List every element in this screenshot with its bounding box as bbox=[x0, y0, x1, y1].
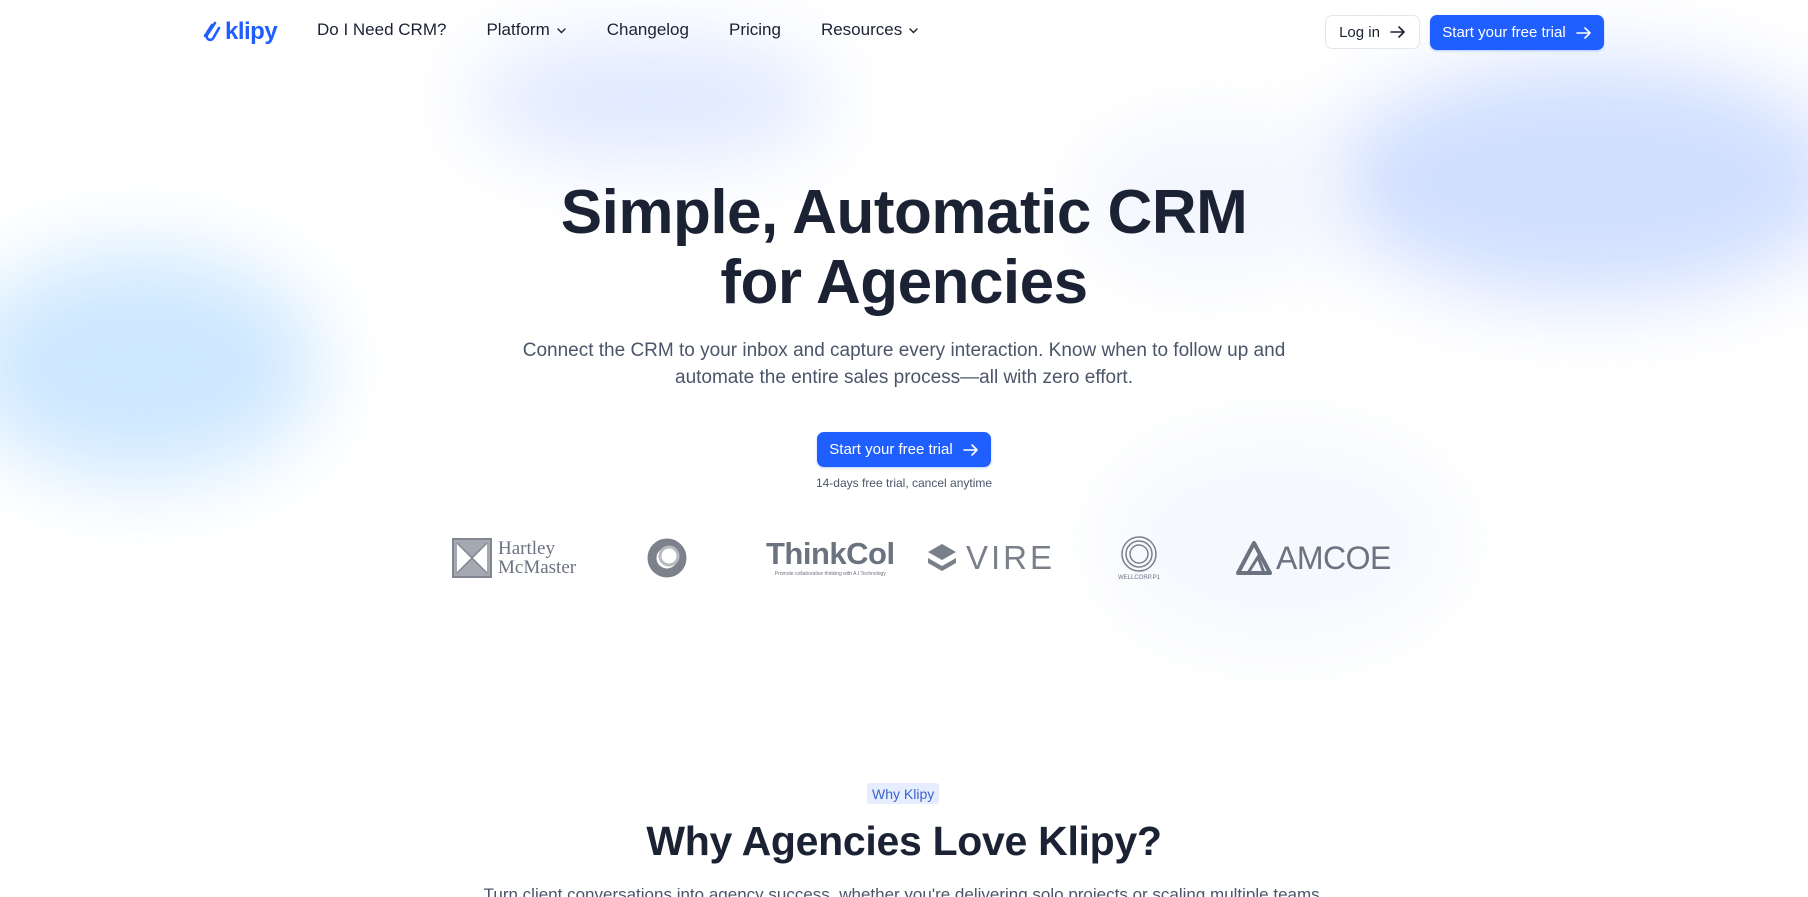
section-title: Why Agencies Love Klipy? bbox=[646, 818, 1162, 864]
hero-cta-label: Start your free trial bbox=[829, 441, 953, 458]
brand-name: klipy bbox=[225, 18, 278, 45]
logo-text: AMCOE bbox=[1276, 539, 1391, 576]
logo-text: VIRE bbox=[966, 539, 1056, 576]
hero-subtitle: Connect the CRM to your inbox and captur… bbox=[504, 337, 1304, 391]
nav-link-changelog[interactable]: Changelog bbox=[607, 20, 689, 40]
hartley-mark-icon bbox=[452, 538, 492, 578]
customer-logos: Hartley McMaster ThinkCol Promote collab… bbox=[452, 530, 1391, 586]
nav-links: Do I Need CRM? Platform Changelog Pricin… bbox=[317, 20, 959, 40]
arrow-right-icon bbox=[962, 443, 978, 456]
hero-subtitle-line: automate the entire sales process—all wi… bbox=[675, 367, 1133, 388]
hero-subtitle-line: Connect the CRM to your inbox and captur… bbox=[522, 340, 1286, 361]
section-subtitle: Turn client conversations into agency su… bbox=[483, 885, 1325, 897]
logo-text: Hartley bbox=[498, 538, 555, 559]
chevron-down-icon bbox=[909, 27, 918, 33]
logo-ring bbox=[645, 530, 689, 586]
login-button[interactable]: Log in bbox=[1325, 15, 1420, 49]
wellcorp-mark-icon bbox=[1121, 536, 1157, 572]
logo-text: ThinkCol bbox=[766, 536, 895, 571]
start-trial-label: Start your free trial bbox=[1442, 24, 1566, 41]
hero-title-line: for Agencies bbox=[720, 248, 1088, 317]
page: klipy Do I Need CRM? Platform Changelog … bbox=[0, 0, 1808, 897]
section-badge: Why Klipy bbox=[867, 783, 940, 804]
background-glow bbox=[0, 250, 320, 480]
trial-note: 14-days free trial, cancel anytime bbox=[815, 476, 993, 490]
logo-text: McMaster bbox=[498, 557, 577, 578]
nav-link-label: Resources bbox=[820, 20, 903, 39]
logo-tagline: Promote collaborative thinking with A.I … bbox=[774, 571, 886, 577]
vire-mark-icon bbox=[928, 544, 956, 571]
nav-link-label: Platform bbox=[486, 20, 550, 39]
ring-logo-icon bbox=[647, 538, 687, 578]
hartley-wordmark: Hartley McMaster bbox=[498, 539, 576, 577]
arrow-right-icon bbox=[1575, 26, 1591, 39]
hero-title-line: Simple, Automatic CRM bbox=[560, 178, 1248, 247]
nav-link-pricing[interactable]: Pricing bbox=[729, 20, 781, 40]
nav-link-label: Do I Need CRM? bbox=[317, 20, 447, 39]
start-trial-button[interactable]: Start your free trial bbox=[1430, 15, 1604, 50]
logo-wellcorp: WELLCORP.P1 bbox=[1118, 530, 1160, 586]
logo-hartley-mcmaster: Hartley McMaster bbox=[452, 530, 576, 586]
chevron-down-icon bbox=[557, 27, 566, 33]
logo-thinkcol: ThinkCol Promote collaborative thinking … bbox=[766, 530, 895, 586]
nav-link-resources[interactable]: Resources bbox=[821, 20, 919, 40]
nav-link-label: Pricing bbox=[728, 20, 781, 39]
login-label: Log in bbox=[1339, 23, 1380, 41]
hero-title: Simple, Automatic CRM for Agencies bbox=[404, 178, 1404, 318]
klipy-logo[interactable]: klipy bbox=[203, 18, 278, 46]
arrow-right-icon bbox=[1390, 26, 1405, 38]
logo-text: WELLCORP.P1 bbox=[1118, 575, 1160, 581]
nav-link-label: Changelog bbox=[606, 20, 689, 39]
klipy-logo-icon bbox=[203, 21, 221, 42]
top-nav: klipy Do I Need CRM? Platform Changelog … bbox=[0, 0, 1808, 64]
hero-start-trial-button[interactable]: Start your free trial bbox=[817, 432, 991, 467]
logo-vire: VIRE bbox=[926, 530, 1055, 586]
logo-amcoe: AMCOE bbox=[1236, 530, 1391, 586]
nav-link-platform[interactable]: Platform bbox=[486, 20, 566, 40]
nav-link-do-i-need-crm[interactable]: Do I Need CRM? bbox=[317, 20, 446, 40]
amcoe-mark-icon bbox=[1236, 541, 1272, 575]
